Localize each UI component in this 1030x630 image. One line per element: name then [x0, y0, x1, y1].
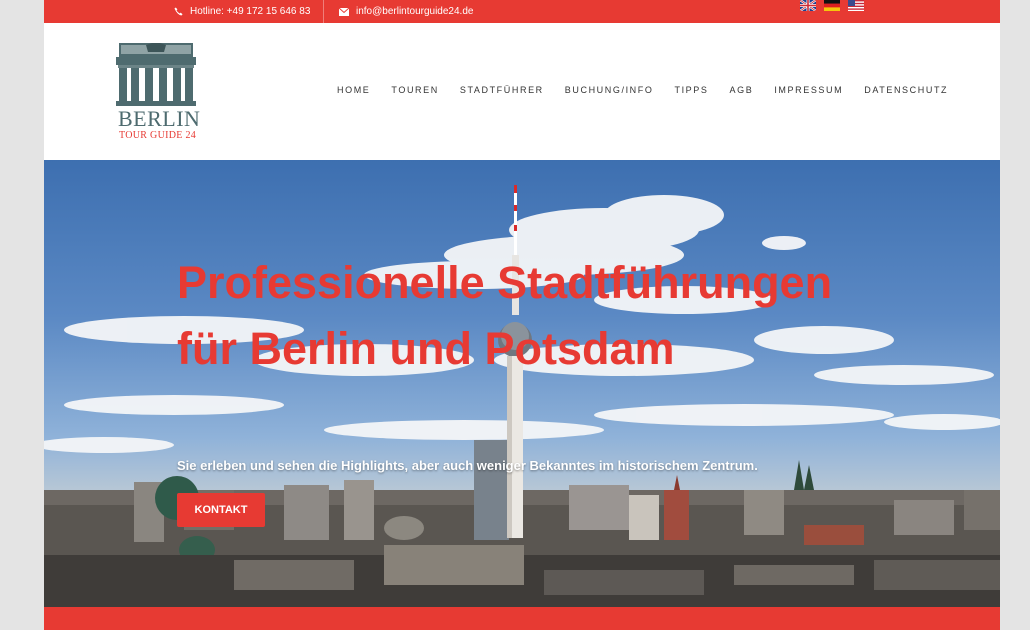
- envelope-icon: [339, 7, 349, 16]
- main-nav: HOME TOUREN STADTFÜHRER BUCHUNG/INFO TIP…: [337, 85, 969, 95]
- page: Hotline: +49 172 15 646 83 info@berlinto…: [44, 0, 1000, 630]
- topbar-divider: [323, 0, 324, 23]
- kontakt-button[interactable]: KONTAKT: [177, 493, 265, 527]
- nav-tipps[interactable]: TIPPS: [674, 85, 708, 95]
- en-flag-icon[interactable]: [800, 0, 816, 11]
- language-switcher: [800, 0, 864, 12]
- de-flag-icon[interactable]: [824, 0, 840, 11]
- us-flag-icon[interactable]: [848, 0, 864, 11]
- nav-home[interactable]: HOME: [337, 85, 370, 95]
- nav-datenschutz[interactable]: DATENSCHUTZ: [864, 85, 948, 95]
- top-bar: Hotline: +49 172 15 646 83 info@berlinto…: [44, 0, 1000, 23]
- hero-banner: Professionelle Stadtführungen für Berlin…: [44, 160, 1000, 607]
- hero-title: Professionelle Stadtführungen für Berlin…: [177, 257, 833, 374]
- bottom-red-bar: [44, 607, 1000, 630]
- site-header: BERLIN TOUR GUIDE 24 HOME TOUREN STADTFÜ…: [44, 23, 1000, 160]
- hotline-text: Hotline: +49 172 15 646 83: [190, 6, 311, 17]
- berlin-skyline-image: [44, 185, 1000, 607]
- logo-subtitle: TOUR GUIDE 24: [119, 130, 197, 141]
- nav-stadtfuehrer[interactable]: STADTFÜHRER: [460, 85, 544, 95]
- nav-agb[interactable]: AGB: [730, 85, 754, 95]
- nav-buchung-info[interactable]: BUCHUNG/INFO: [565, 85, 654, 95]
- phone-icon: [174, 7, 183, 16]
- hero-subtitle: Sie erleben und sehen die Highlights, ab…: [177, 458, 758, 473]
- hotline-link[interactable]: Hotline: +49 172 15 646 83: [174, 0, 310, 23]
- logo-title: BERLIN: [118, 106, 201, 131]
- nav-impressum[interactable]: IMPRESSUM: [774, 85, 843, 95]
- email-text: info@berlintourguide24.de: [356, 6, 474, 17]
- email-link[interactable]: info@berlintourguide24.de: [339, 0, 473, 23]
- nav-touren[interactable]: TOUREN: [391, 85, 438, 95]
